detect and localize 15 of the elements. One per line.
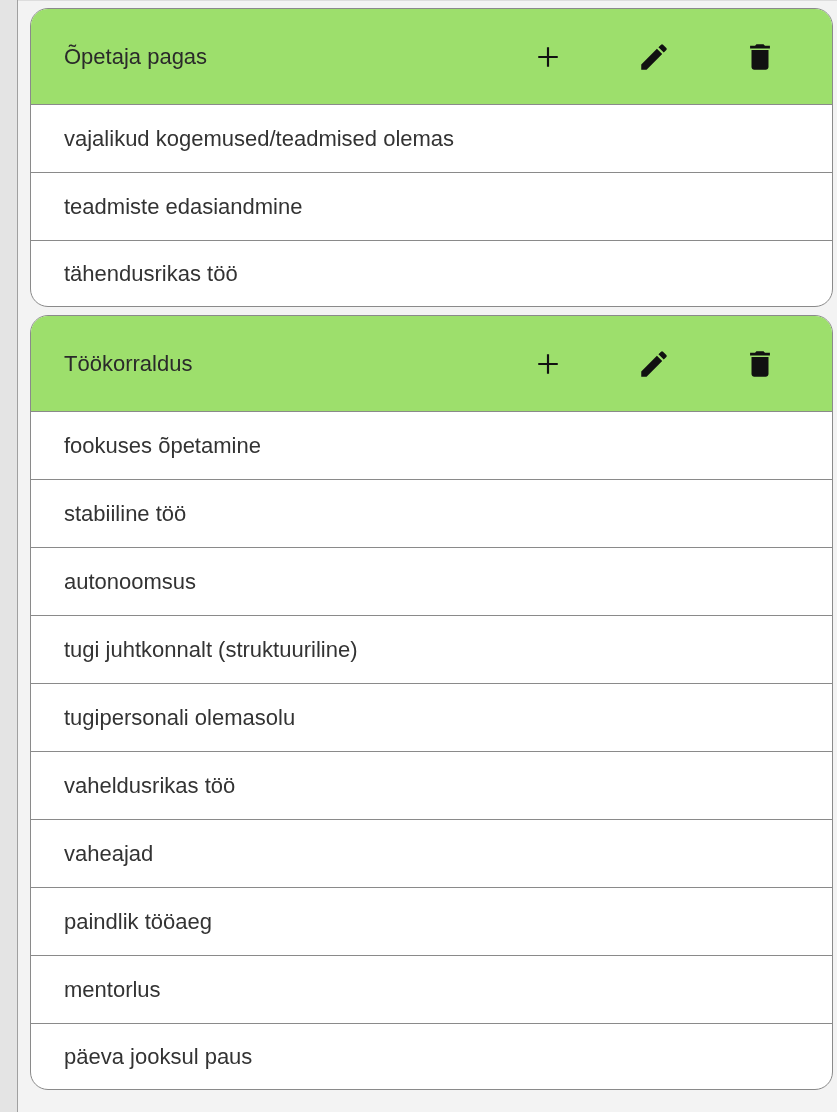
list-item[interactable]: paindlik tööaeg — [31, 888, 832, 956]
list-item[interactable]: mentorlus — [31, 956, 832, 1024]
list-item[interactable]: autonoomsus — [31, 548, 832, 616]
group-title: Õpetaja pagas — [64, 43, 209, 71]
list-item[interactable]: teadmiste edasiandmine — [31, 173, 832, 241]
group-title: Töökorraldus — [64, 350, 194, 378]
list-item[interactable]: vajalikud kogemused/teadmised olemas — [31, 105, 832, 173]
list-item[interactable]: fookuses õpetamine — [31, 412, 832, 480]
list-item[interactable]: stabiiline töö — [31, 480, 832, 548]
list-item[interactable]: vaheajad — [31, 820, 832, 888]
list-item[interactable]: vaheldusrikas töö — [31, 752, 832, 820]
list-item[interactable]: tähendusrikas töö — [31, 241, 832, 306]
list-item[interactable]: päeva jooksul paus — [31, 1024, 832, 1089]
list-item[interactable]: tugi juhtkonnalt (struktuuriline) — [31, 616, 832, 684]
list-item[interactable]: tugipersonali olemasolu — [31, 684, 832, 752]
